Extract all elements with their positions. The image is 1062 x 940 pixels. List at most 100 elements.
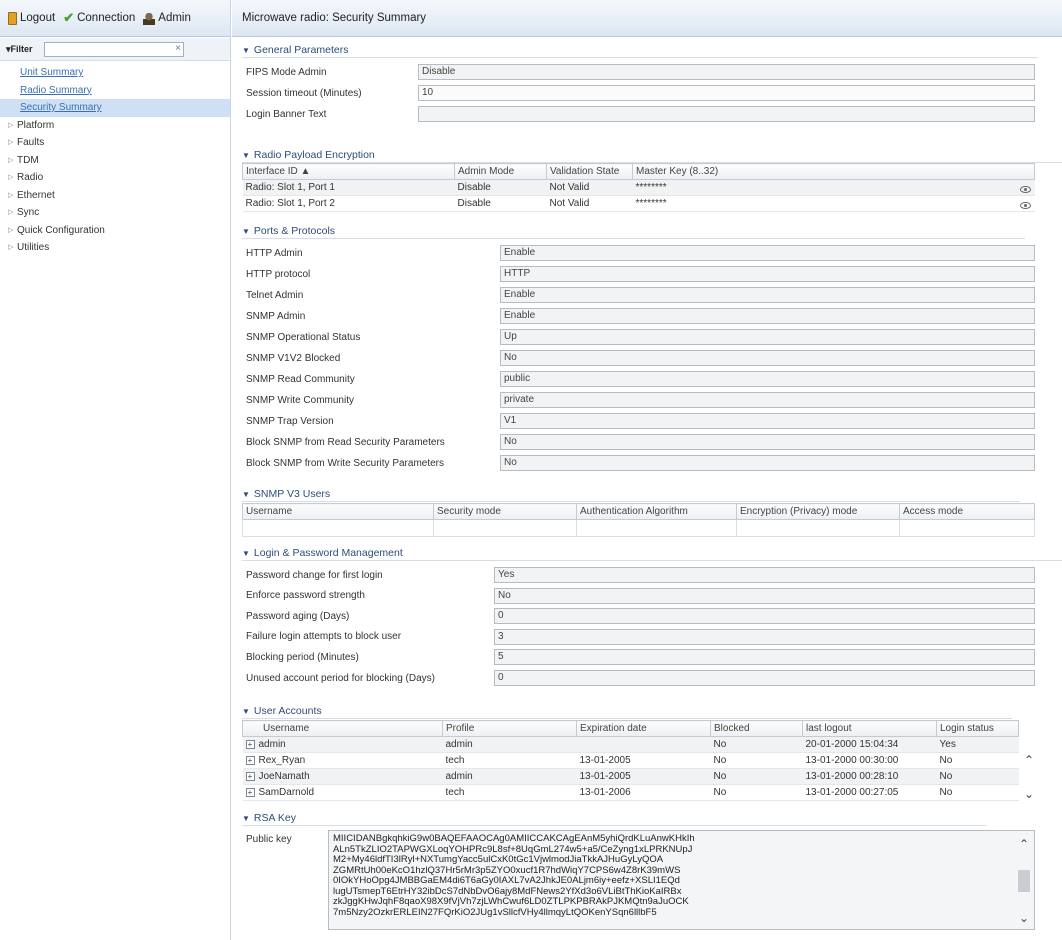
nav-folder-tdm[interactable]: ▷ TDM (0, 152, 230, 170)
public-key-textarea[interactable]: MIICIDANBgkqhkiG9w0BAQEFAAOCAg0AMIICCAKC… (328, 830, 1035, 930)
nav-folder-faults[interactable]: ▷ Faults (0, 134, 230, 152)
field-label: HTTP Admin (246, 247, 303, 259)
expand-row-icon[interactable]: + (245, 740, 255, 749)
field-label: Unused account period for blocking (Days… (246, 672, 435, 684)
nav-folder-utilities[interactable]: ▷ Utilities (0, 239, 230, 257)
scroll-down-icon[interactable]: ⌄ (1024, 787, 1034, 801)
table-row[interactable]: + admin admin No 20-01-2000 15:04:34 Yes (242, 736, 1019, 753)
column-header-expiration-date[interactable]: Expiration date (576, 720, 711, 737)
collapse-triangle-icon: ▼ (242, 226, 250, 236)
table-row[interactable]: + JoeNamath admin 13-01-2005 No 13-01-200… (242, 768, 1019, 785)
field-row: Failure login attempts to block user (246, 629, 401, 645)
field-value: 0 (494, 670, 1035, 686)
table-row[interactable]: + SamDarnold tech 13-01-2006 No 13-01-200… (242, 784, 1019, 801)
expand-arrow-icon: ▷ (8, 191, 14, 199)
section-radio-payload-encryption[interactable]: ▼ Radio Payload Encryption (242, 149, 1062, 163)
eye-icon[interactable] (1019, 186, 1031, 193)
nav-link-security-summary[interactable]: Security Summary (0, 99, 230, 117)
expand-arrow-icon: ▷ (8, 139, 14, 146)
user-accounts-scrollbar[interactable]: ⌃ ⌄ (1022, 753, 1036, 801)
field-row: Session timeout (Minutes) (246, 87, 362, 99)
field-row: SNMP Write Community (246, 392, 354, 408)
nav-folder-ethernet[interactable]: ▷ Ethernet (0, 187, 230, 205)
field-row: SNMP Trap Version (246, 413, 334, 429)
scroll-down-icon[interactable]: ⌄ (1019, 911, 1029, 925)
payload-encryption-table: Interface ID ▲ Admin Mode Validation Sta… (242, 163, 1035, 212)
column-header-username[interactable]: Username (242, 503, 434, 520)
field-label: SNMP Trap Version (246, 415, 334, 427)
column-header-access-mode[interactable]: Access mode (899, 503, 1035, 520)
column-header-security-mode[interactable]: Security mode (433, 503, 577, 520)
collapse-triangle-icon: ▼ (242, 706, 250, 716)
field-row: Public key (246, 833, 292, 845)
session-timeout-input[interactable]: 10 (418, 85, 1035, 101)
table-row[interactable]: + Rex_Ryan tech 13-01-2005 No 13-01-2000 … (242, 752, 1019, 769)
public-key-scrollbar[interactable]: ⌃ ⌄ (1016, 837, 1032, 925)
column-header-interface-id[interactable]: Interface ID ▲ (242, 163, 455, 180)
section-general-parameters[interactable]: ▼ General Parameters (242, 44, 1042, 58)
admin-button[interactable]: Admin (143, 11, 191, 25)
field-row: Unused account period for blocking (Days… (246, 670, 435, 686)
column-header-encryption-mode[interactable]: Encryption (Privacy) mode (736, 503, 900, 520)
nav-folder-quick-configuration[interactable]: ▷ Quick Configuration (0, 222, 230, 240)
scroll-up-icon[interactable]: ⌃ (1024, 753, 1034, 767)
filter-box: × (44, 41, 184, 57)
field-row: Block SNMP from Read Security Parameters (246, 434, 445, 450)
collapse-triangle-icon: ▼ (242, 548, 250, 558)
collapse-triangle-icon: ▼ (242, 150, 250, 160)
field-value: Enable (500, 287, 1035, 303)
filter-input[interactable] (45, 42, 165, 56)
column-header-master-key[interactable]: Master Key (8..32) (632, 163, 1035, 180)
section-login-password-management[interactable]: ▼ Login & Password Management (242, 547, 1062, 561)
public-key-line: ALn5TkZLIO2TAPWGXLoqYOHPRc9L8sf+8UqGmL27… (333, 844, 693, 855)
expand-row-icon[interactable]: + (245, 772, 255, 781)
admin-label: Admin (158, 12, 191, 24)
public-key-line: 7m5Nzy2OzkrERLEIN27FQrKiO2JUg1vSllcfVHy4… (333, 907, 657, 918)
field-value: Yes (494, 567, 1035, 583)
eye-icon[interactable] (1019, 202, 1031, 209)
column-header-admin-mode[interactable]: Admin Mode (454, 163, 547, 180)
nav-link-radio-summary[interactable]: Radio Summary (0, 82, 230, 100)
login-banner-text-field[interactable] (418, 106, 1035, 122)
connection-button[interactable]: ✔ Connection (63, 10, 135, 26)
expand-arrow-icon: ▷ (8, 121, 14, 129)
expand-row-icon[interactable]: + (245, 756, 255, 765)
user-accounts-table: Username Profile Expiration date Blocked… (242, 720, 1019, 801)
table-row[interactable]: Radio: Slot 1, Port 1 Disable Not Valid … (242, 179, 1035, 196)
public-key-line: M2+My46ldfTI3lRyl+NXTumgYacc5ulCxK0tGc1V… (333, 855, 664, 865)
public-key-line: ZGMRtUh00eKcO1hzlQ37Hr5rMr3p5ZYO0xucf1R7… (333, 865, 681, 876)
column-header-blocked[interactable]: Blocked (710, 720, 803, 737)
expand-row-icon[interactable]: + (245, 788, 255, 797)
field-row: Password change for first login (246, 567, 383, 583)
table-row[interactable]: Radio: Slot 1, Port 2 Disable Not Valid … (242, 195, 1035, 212)
logout-button[interactable]: Logout (8, 11, 55, 25)
column-header-last-logout[interactable]: last logout (802, 720, 937, 737)
nav-folder-platform[interactable]: ▷ Platform (0, 117, 230, 135)
field-row: HTTP protocol (246, 266, 310, 282)
expand-arrow-icon: ▷ (8, 156, 14, 164)
section-snmp-v3-users[interactable]: ▼ SNMP V3 Users (242, 488, 1022, 502)
field-label: SNMP Admin (246, 310, 306, 322)
nav-folder-sync[interactable]: ▷ Sync (0, 204, 230, 222)
section-user-accounts[interactable]: ▼ User Accounts (242, 705, 1009, 719)
master-key-value: ******** (635, 182, 667, 193)
field-row: FIPS Mode Admin (246, 66, 327, 78)
scroll-thumb[interactable] (1018, 870, 1030, 892)
nav-link-unit-summary[interactable]: Unit Summary (0, 64, 230, 82)
field-value: HTTP (500, 266, 1035, 282)
field-value: 5 (494, 649, 1035, 666)
public-key-line: zkJggKHwJqhF8qaoX98X9fVjVh7zjLWhCwuf6LD0… (333, 897, 689, 907)
column-header-login-status[interactable]: Login status (936, 720, 1019, 737)
section-rsa-key[interactable]: ▼ RSA Key (242, 812, 986, 826)
column-header-username[interactable]: Username (242, 720, 443, 737)
column-header-profile[interactable]: Profile (442, 720, 577, 737)
clear-filter-icon[interactable]: × (175, 43, 181, 54)
field-label: Telnet Admin (246, 289, 304, 301)
column-header-authentication-algorithm[interactable]: Authentication Algorithm (576, 503, 737, 520)
scroll-up-icon[interactable]: ⌃ (1019, 837, 1029, 851)
nav-folder-radio[interactable]: ▷ Radio (0, 169, 230, 187)
column-header-validation-state[interactable]: Validation State (546, 163, 633, 180)
section-ports-protocols[interactable]: ▼ Ports & Protocols (242, 225, 1026, 239)
field-row: SNMP Admin (246, 308, 305, 324)
field-label: Block SNMP from Read Security Parameters (246, 436, 445, 448)
